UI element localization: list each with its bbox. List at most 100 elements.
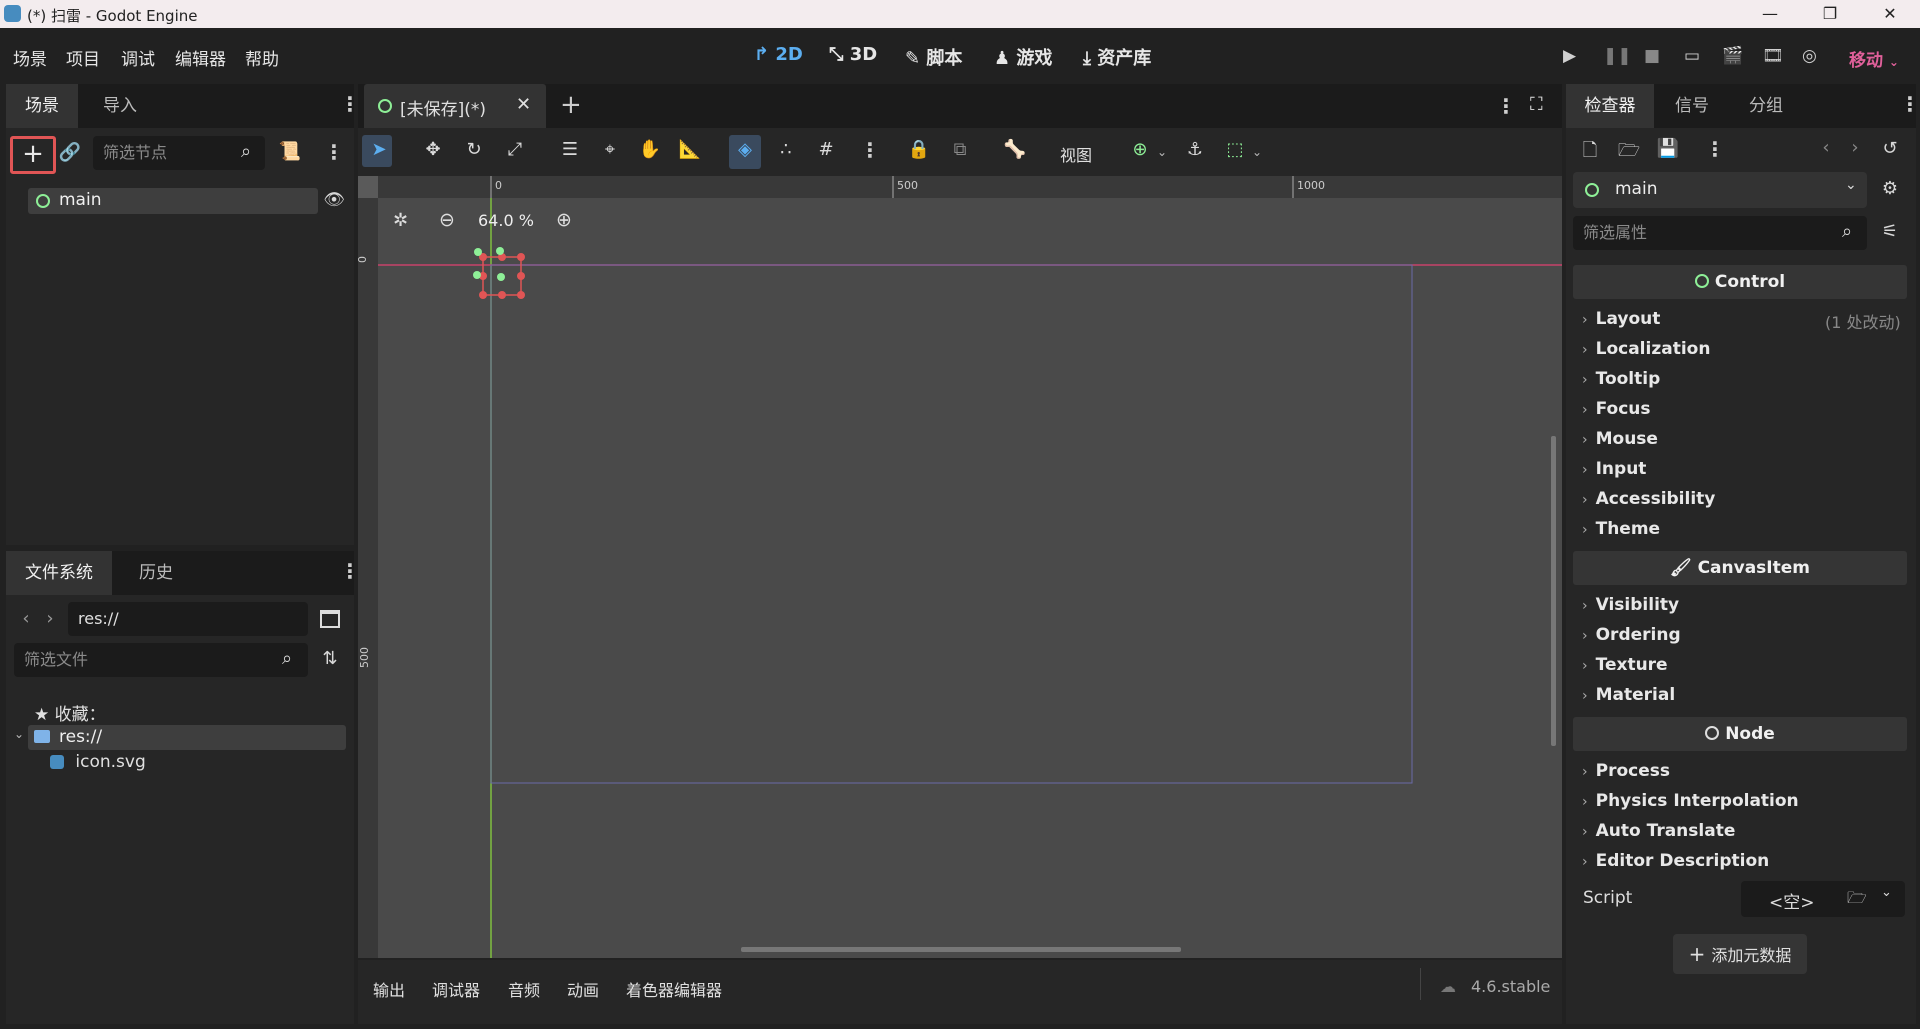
maximize-button[interactable]: ❐ <box>1800 0 1860 28</box>
pivot-icon[interactable]: ⌖ <box>595 139 625 160</box>
add-metadata-button[interactable]: + 添加元数据 <box>1673 934 1807 974</box>
tab-animation[interactable]: 动画 <box>567 977 599 1001</box>
tab-import[interactable]: 导入 <box>84 84 156 128</box>
snap-guides-icon[interactable]: ∴ <box>771 139 801 160</box>
prop-mouse[interactable]: › Mouse <box>1582 429 1658 449</box>
tab-menu-icon[interactable]: ⋮ <box>1496 94 1516 118</box>
sort-icon[interactable]: ⇅ <box>318 648 342 669</box>
file-item-icon-svg[interactable]: icon.svg <box>50 752 146 772</box>
canvas-viewport[interactable]: 0 500 1000 0 500 ✲ ⊖ 64.0 % ⊕ <box>358 176 1562 958</box>
tab-shader-editor[interactable]: 着色器编辑器 <box>626 977 722 1001</box>
group-icon[interactable]: ⧉ <box>945 139 975 160</box>
property-settings-icon[interactable]: ⚟ <box>1878 221 1902 242</box>
zoom-out-icon[interactable]: ⊖ <box>439 209 455 231</box>
section-canvasitem[interactable]: 🖌 CanvasItem <box>1573 551 1907 585</box>
tab-groups[interactable]: 分组 <box>1730 84 1802 128</box>
add-icon[interactable]: ⊕ <box>1125 139 1155 160</box>
prop-focus[interactable]: › Focus <box>1582 399 1651 419</box>
resize-handle[interactable] <box>498 291 506 299</box>
menu-debug[interactable]: 调试 <box>121 45 155 70</box>
resource-menu-icon[interactable]: ⋮ <box>1705 137 1725 161</box>
mode-assetlib-button[interactable]: ⤓ 资产库 <box>1083 44 1151 70</box>
split-view-icon[interactable] <box>320 610 340 628</box>
snap-icon[interactable]: ◈ <box>730 139 760 160</box>
menu-help[interactable]: 帮助 <box>245 45 279 70</box>
zoom-level[interactable]: 64.0 % <box>478 211 534 230</box>
play-icon[interactable]: ▶ <box>1563 46 1576 66</box>
filter-properties-input[interactable]: 筛选属性 <box>1573 216 1867 250</box>
chevron-down-icon[interactable]: ⌄ <box>1157 145 1167 159</box>
rotate-tool-icon[interactable]: ↻ <box>459 139 489 160</box>
tab-signals[interactable]: 信号 <box>1656 84 1728 128</box>
section-node[interactable]: Node <box>1573 717 1907 751</box>
list-select-icon[interactable]: ☰ <box>555 139 585 160</box>
section-control[interactable]: Control <box>1573 265 1907 299</box>
scale-tool-icon[interactable]: ⤢ <box>500 139 530 160</box>
close-tab-icon[interactable]: ✕ <box>516 94 531 115</box>
filter-files-input[interactable]: 筛选文件 <box>14 643 308 677</box>
pause-icon[interactable]: ❚❚ <box>1603 46 1632 66</box>
prop-visibility[interactable]: › Visibility <box>1582 595 1679 615</box>
new-tab-icon[interactable]: + <box>560 90 582 120</box>
minimize-button[interactable]: — <box>1740 0 1800 28</box>
scene-tab[interactable]: [未保存](*) ✕ <box>364 84 546 128</box>
tab-history[interactable]: 历史 <box>116 551 196 595</box>
version-label[interactable]: 4.6.stable <box>1471 977 1550 996</box>
renderer-select[interactable]: 移动 ⌄ <box>1849 46 1899 71</box>
anchor-handle[interactable] <box>497 273 505 281</box>
snap-options-icon[interactable]: ⋮ <box>860 138 880 162</box>
zoom-in-icon[interactable]: ⊕ <box>556 209 572 231</box>
prop-tooltip[interactable]: › Tooltip <box>1582 369 1660 389</box>
visibility-eye-icon[interactable]: 👁 <box>322 190 346 210</box>
lock-icon[interactable]: 🔒 <box>904 139 934 160</box>
anchor-handle[interactable] <box>474 248 482 256</box>
tab-output[interactable]: 输出 <box>373 977 405 1001</box>
dock-menu-icon[interactable]: ⋮ <box>340 559 360 583</box>
update-spinner-icon[interactable]: ☁ <box>1440 977 1456 996</box>
bone-icon[interactable]: 🦴 <box>1000 139 1030 160</box>
path-input[interactable]: res:// <box>68 602 308 636</box>
history-icon[interactable]: ↺ <box>1878 138 1902 159</box>
load-script-icon[interactable]: 🗁 <box>1847 887 1867 914</box>
play-scene-icon[interactable]: 🎬 <box>1722 46 1743 66</box>
node-docs-icon[interactable]: ⚙ <box>1878 178 1902 199</box>
add-node-button[interactable]: + <box>10 136 56 174</box>
prop-process[interactable]: › Process <box>1582 761 1670 781</box>
prop-material[interactable]: › Material <box>1582 685 1675 705</box>
vertical-scrollbar[interactable] <box>1551 436 1556 746</box>
prop-layout[interactable]: › Layout <box>1582 309 1660 329</box>
tree-item-main[interactable]: main <box>28 188 318 214</box>
save-icon[interactable]: 💾 <box>1656 138 1680 159</box>
select-tool-icon[interactable]: ➤ <box>364 139 394 160</box>
prop-texture[interactable]: › Texture <box>1582 655 1668 675</box>
script-field[interactable]: <空> 🗁 ⌄ <box>1741 881 1905 917</box>
close-button[interactable]: ✕ <box>1860 0 1920 28</box>
attach-script-icon[interactable]: 📜 <box>278 141 302 162</box>
menu-project[interactable]: 项目 <box>66 45 100 70</box>
prop-input[interactable]: › Input <box>1582 459 1646 479</box>
resize-handle[interactable] <box>479 291 487 299</box>
chevron-down-icon[interactable]: ⌄ <box>1881 885 1892 900</box>
prop-accessibility[interactable]: › Accessibility <box>1582 489 1715 509</box>
grid-icon[interactable]: # <box>811 139 841 160</box>
view-menu[interactable]: 视图 <box>1060 142 1092 166</box>
layout-preset-icon[interactable]: ⬚ <box>1220 139 1250 160</box>
mode-script-button[interactable]: ✎ 脚本 <box>905 44 962 70</box>
scene-options-icon[interactable]: ⋮ <box>324 140 344 164</box>
link-icon[interactable]: 🔗 <box>58 142 82 163</box>
prop-editor-description[interactable]: › Editor Description <box>1582 851 1769 871</box>
resize-handle[interactable] <box>517 291 525 299</box>
prop-auto-translate[interactable]: › Auto Translate <box>1582 821 1735 841</box>
anchor-handle[interactable] <box>473 271 481 279</box>
prop-theme[interactable]: › Theme <box>1582 519 1660 539</box>
pan-tool-icon[interactable]: ✋ <box>635 139 665 160</box>
resize-handle[interactable] <box>517 253 525 261</box>
move-tool-icon[interactable]: ✥ <box>418 139 448 160</box>
menu-scene[interactable]: 场景 <box>13 45 47 70</box>
distraction-free-icon[interactable]: ⛶ <box>1530 94 1543 115</box>
tab-filesystem[interactable]: 文件系统 <box>6 551 112 595</box>
zoom-reset-icon[interactable]: ✲ <box>393 210 408 231</box>
dock-menu-icon[interactable]: ⋮ <box>1900 92 1920 116</box>
play-custom-scene-icon[interactable]: 🎞 <box>1762 46 1784 66</box>
tab-inspector[interactable]: 检查器 <box>1566 84 1654 128</box>
